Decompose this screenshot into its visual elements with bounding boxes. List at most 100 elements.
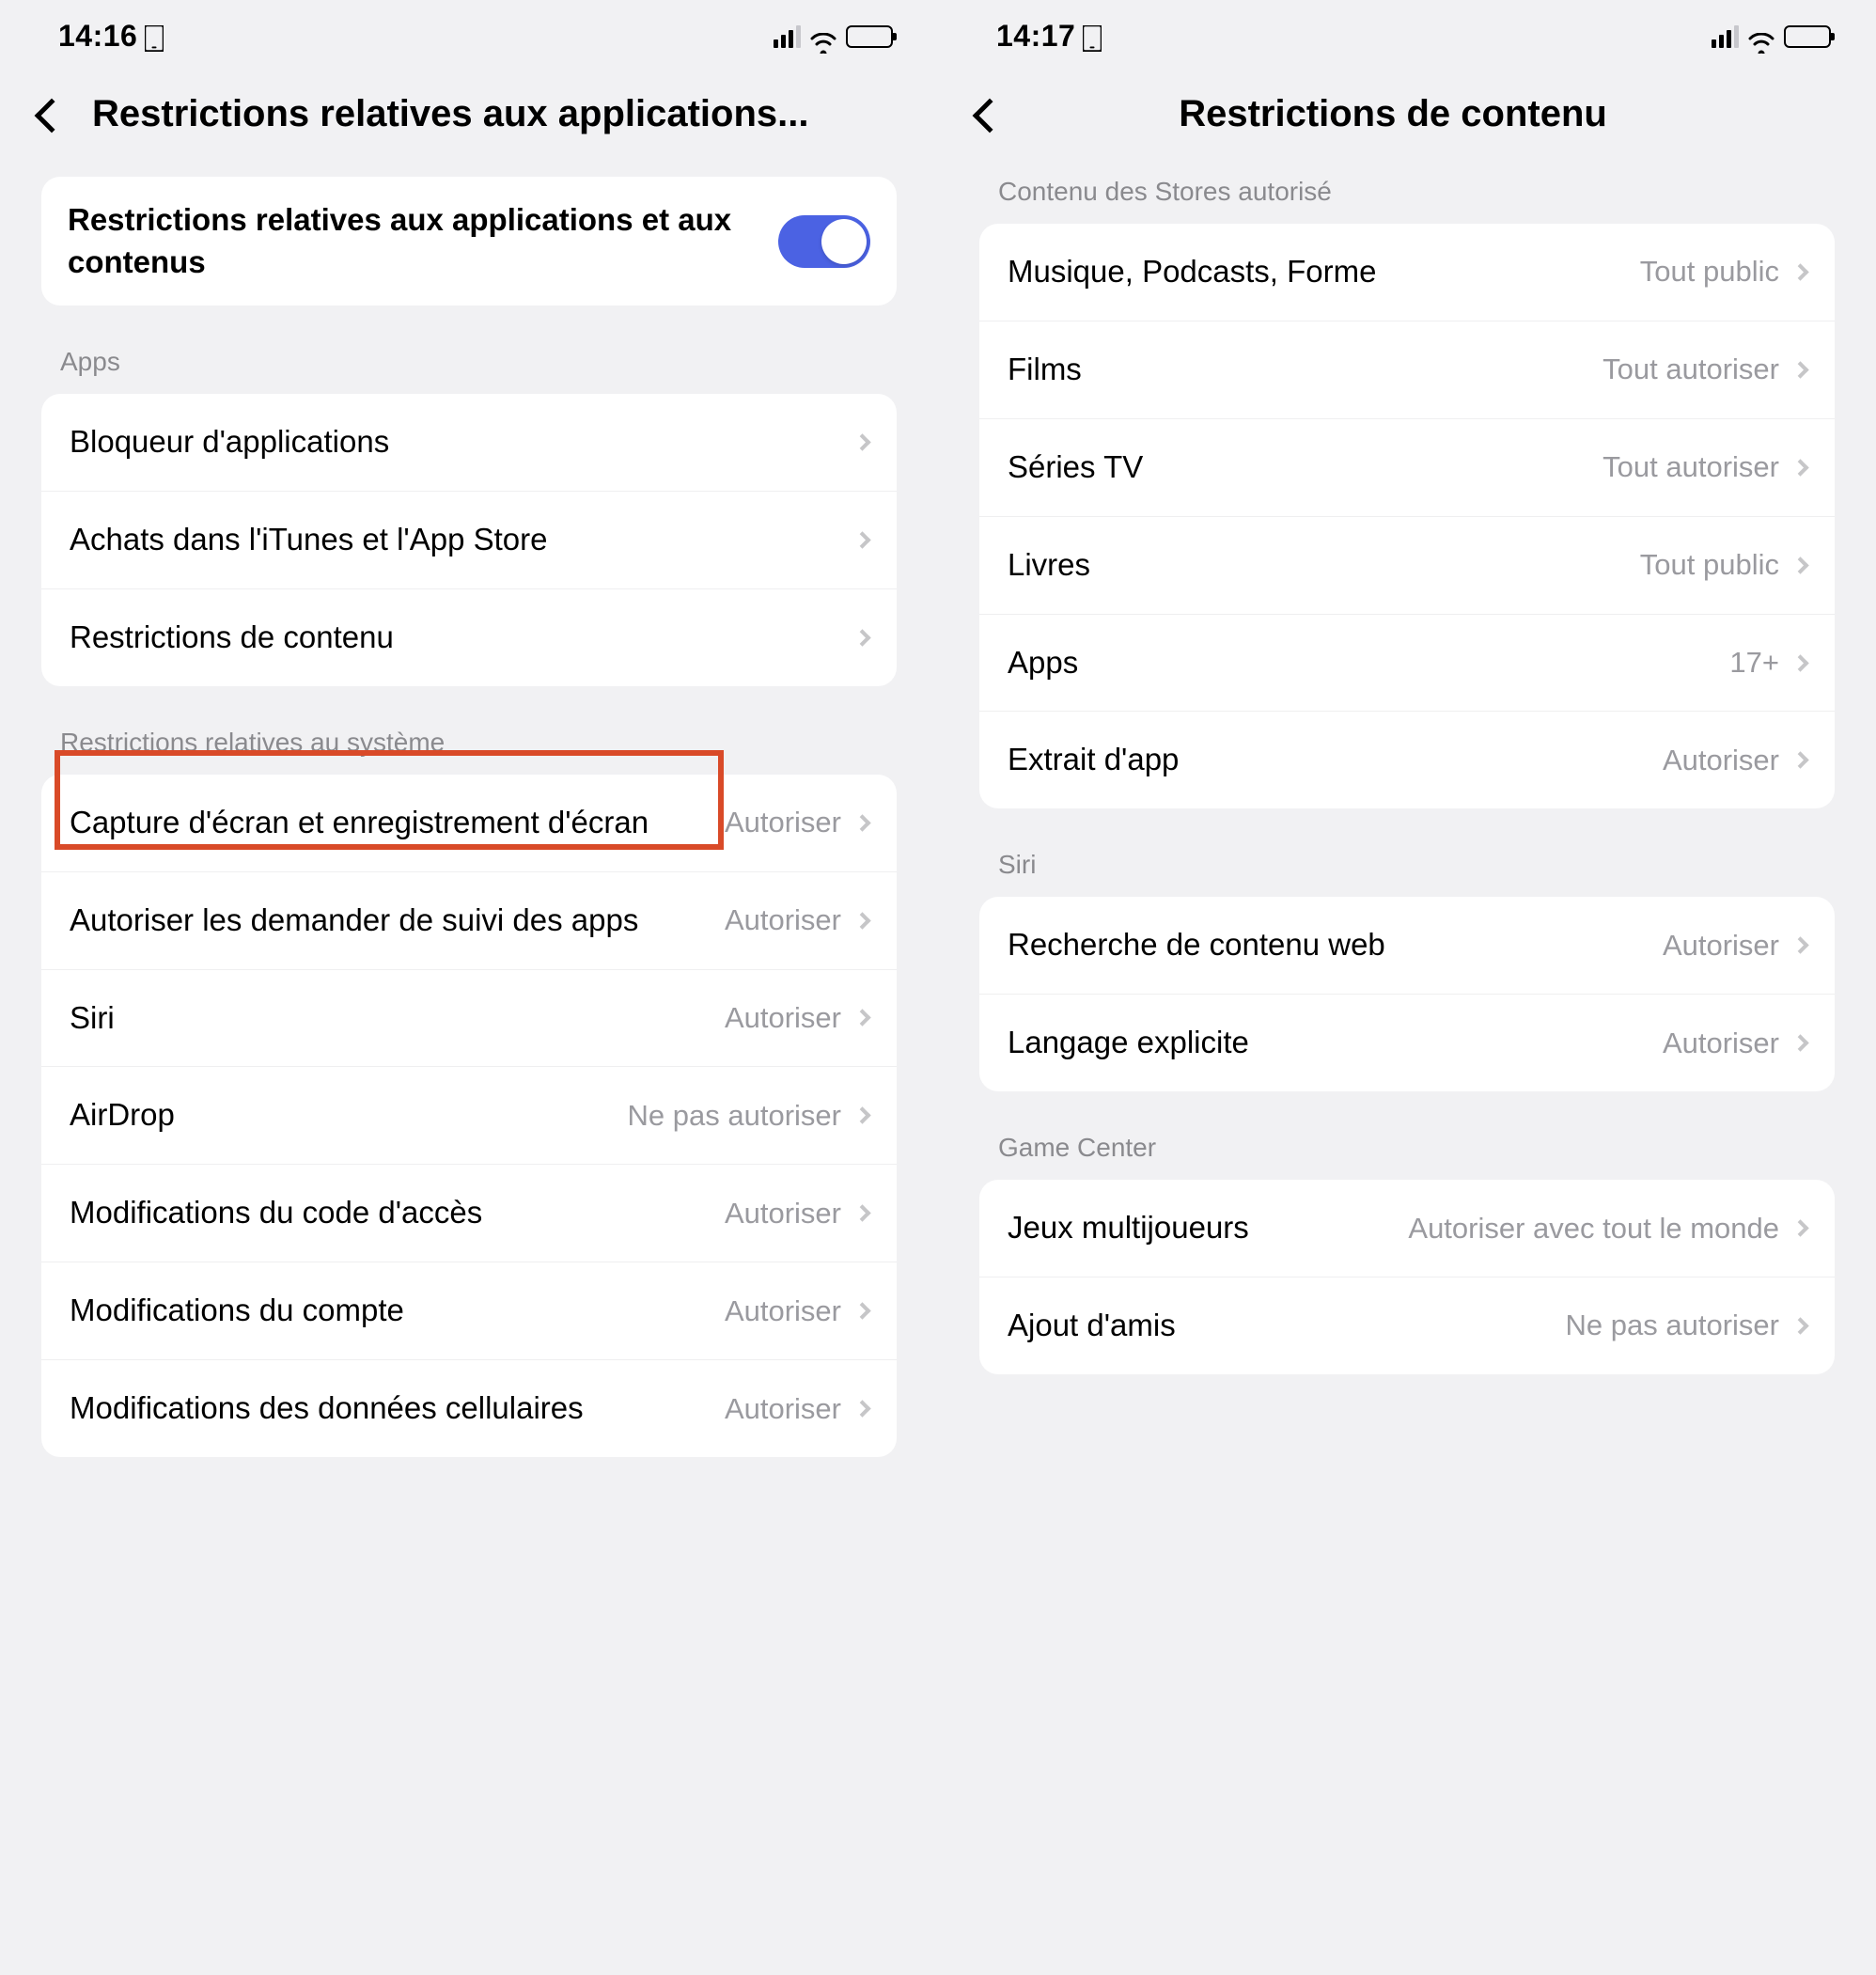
master-toggle-switch[interactable] xyxy=(778,215,870,268)
row-content-restrictions[interactable]: Restrictions de contenu xyxy=(41,589,897,686)
row-books[interactable]: Livres Tout public xyxy=(979,517,1835,615)
row-explicit-language[interactable]: Langage explicite Autoriser xyxy=(979,995,1835,1091)
row-label: Livres xyxy=(1008,545,1090,586)
row-label: Extrait d'app xyxy=(1008,740,1179,780)
apps-card: Bloqueur d'applications Achats dans l'iT… xyxy=(41,394,897,686)
row-itunes-purchases[interactable]: Achats dans l'iTunes et l'App Store xyxy=(41,492,897,589)
row-adding-friends[interactable]: Ajout d'amis Ne pas autoriser xyxy=(979,1277,1835,1374)
chevron-right-icon xyxy=(853,1205,870,1222)
chevron-right-icon xyxy=(853,1010,870,1027)
row-value: Ne pas autoriser xyxy=(628,1099,841,1133)
chevron-right-icon xyxy=(1791,556,1808,573)
row-label: Autoriser les demander de suivi des apps xyxy=(70,901,638,941)
gamecenter-card: Jeux multijoueurs Autoriser avec tout le… xyxy=(979,1180,1835,1374)
screen-content-restrictions: 14:17 Restrictions de contenu Contenu de… xyxy=(938,0,1876,1975)
row-music-podcasts[interactable]: Musique, Podcasts, Forme Tout public xyxy=(979,224,1835,321)
chevron-right-icon xyxy=(1791,1219,1808,1236)
row-value: Autoriser xyxy=(725,806,841,839)
status-time: 14:16 xyxy=(58,19,164,54)
row-value: Tout autoriser xyxy=(1602,450,1779,484)
row-label: Séries TV xyxy=(1008,447,1143,488)
status-bar: 14:16 xyxy=(0,0,938,65)
row-value: Autoriser xyxy=(1663,1027,1779,1060)
chevron-right-icon xyxy=(853,814,870,831)
row-value: Autoriser xyxy=(725,903,841,937)
row-label: Modifications du code d'accès xyxy=(70,1193,482,1233)
time-text: 14:16 xyxy=(58,19,137,54)
row-label: Apps xyxy=(1008,643,1078,683)
chevron-right-icon xyxy=(853,912,870,929)
status-bar: 14:17 xyxy=(938,0,1876,65)
master-toggle-card: Restrictions relatives aux applications … xyxy=(41,177,897,306)
wifi-icon xyxy=(1748,26,1774,47)
row-tv-shows[interactable]: Séries TV Tout autoriser xyxy=(979,419,1835,517)
row-label: Jeux multijoueurs xyxy=(1008,1208,1249,1248)
status-time: 14:17 xyxy=(996,19,1102,54)
chevron-right-icon xyxy=(1791,937,1808,954)
row-apps-rating[interactable]: Apps 17+ xyxy=(979,615,1835,713)
row-siri[interactable]: Siri Autoriser xyxy=(41,970,897,1068)
row-airdrop[interactable]: AirDrop Ne pas autoriser xyxy=(41,1067,897,1165)
screen-restrictions-apps: 14:16 Restrictions relatives aux applica… xyxy=(0,0,938,1975)
chevron-right-icon xyxy=(853,1302,870,1319)
nav-header: Restrictions relatives aux applications.… xyxy=(0,65,938,158)
chevron-right-icon xyxy=(1791,459,1808,476)
row-label: AirDrop xyxy=(70,1095,175,1136)
row-value: Ne pas autoriser xyxy=(1566,1309,1779,1342)
section-header-siri: Siri xyxy=(938,837,1876,897)
time-text: 14:17 xyxy=(996,19,1075,54)
chevron-right-icon xyxy=(1791,263,1808,280)
row-label: Modifications du compte xyxy=(70,1291,404,1331)
row-value: 17+ xyxy=(1729,646,1779,680)
section-header-stores: Contenu des Stores autorisé xyxy=(938,164,1876,224)
back-button-icon[interactable] xyxy=(35,99,70,133)
row-app-tracking[interactable]: Autoriser les demander de suivi des apps… xyxy=(41,872,897,970)
row-web-search[interactable]: Recherche de contenu web Autoriser xyxy=(979,897,1835,995)
wifi-icon xyxy=(810,26,836,47)
master-toggle-row: Restrictions relatives aux applications … xyxy=(41,177,897,306)
chevron-right-icon xyxy=(853,1107,870,1124)
portrait-lock-icon xyxy=(1083,24,1102,49)
section-header-apps: Apps xyxy=(0,334,938,394)
row-value: Autoriser xyxy=(725,1392,841,1426)
row-value: Tout public xyxy=(1640,548,1779,582)
row-label: Modifications des données cellulaires xyxy=(70,1388,584,1429)
master-toggle-label: Restrictions relatives aux applications … xyxy=(68,199,759,283)
row-multiplayer[interactable]: Jeux multijoueurs Autoriser avec tout le… xyxy=(979,1180,1835,1277)
chevron-right-icon xyxy=(853,433,870,450)
chevron-right-icon xyxy=(1791,361,1808,378)
row-app-blocker[interactable]: Bloqueur d'applications xyxy=(41,394,897,492)
row-app-clips[interactable]: Extrait d'app Autoriser xyxy=(979,712,1835,808)
row-label: Ajout d'amis xyxy=(1008,1306,1176,1346)
battery-icon xyxy=(846,25,893,48)
chevron-right-icon xyxy=(1791,752,1808,769)
store-card: Musique, Podcasts, Forme Tout public Fil… xyxy=(979,224,1835,808)
row-label: Restrictions de contenu xyxy=(70,618,394,658)
row-screen-recording[interactable]: Capture d'écran et enregistrement d'écra… xyxy=(41,775,897,872)
row-value: Autoriser xyxy=(725,1001,841,1035)
battery-icon xyxy=(1784,25,1831,48)
row-label: Recherche de contenu web xyxy=(1008,925,1385,965)
system-card: Capture d'écran et enregistrement d'écra… xyxy=(41,775,897,1457)
row-label: Langage explicite xyxy=(1008,1023,1249,1063)
row-value: Autoriser avec tout le monde xyxy=(1408,1212,1779,1246)
page-title: Restrictions de contenu xyxy=(1002,93,1837,135)
siri-card: Recherche de contenu web Autoriser Langa… xyxy=(979,897,1835,1091)
row-cellular-changes[interactable]: Modifications des données cellulaires Au… xyxy=(41,1360,897,1457)
row-label: Siri xyxy=(70,998,115,1039)
row-label: Musique, Podcasts, Forme xyxy=(1008,252,1377,292)
chevron-right-icon xyxy=(853,531,870,548)
row-label: Bloqueur d'applications xyxy=(70,422,389,462)
section-header-system: Restrictions relatives au système xyxy=(0,714,938,775)
row-value: Tout autoriser xyxy=(1602,353,1779,386)
status-indicators xyxy=(774,25,893,48)
chevron-right-icon xyxy=(1791,654,1808,671)
row-label: Films xyxy=(1008,350,1082,390)
chevron-right-icon xyxy=(853,629,870,646)
row-account-changes[interactable]: Modifications du compte Autoriser xyxy=(41,1262,897,1360)
nav-header: Restrictions de contenu xyxy=(938,65,1876,158)
chevron-right-icon xyxy=(1791,1317,1808,1334)
row-passcode-changes[interactable]: Modifications du code d'accès Autoriser xyxy=(41,1165,897,1262)
row-movies[interactable]: Films Tout autoriser xyxy=(979,321,1835,419)
row-label: Achats dans l'iTunes et l'App Store xyxy=(70,520,548,560)
